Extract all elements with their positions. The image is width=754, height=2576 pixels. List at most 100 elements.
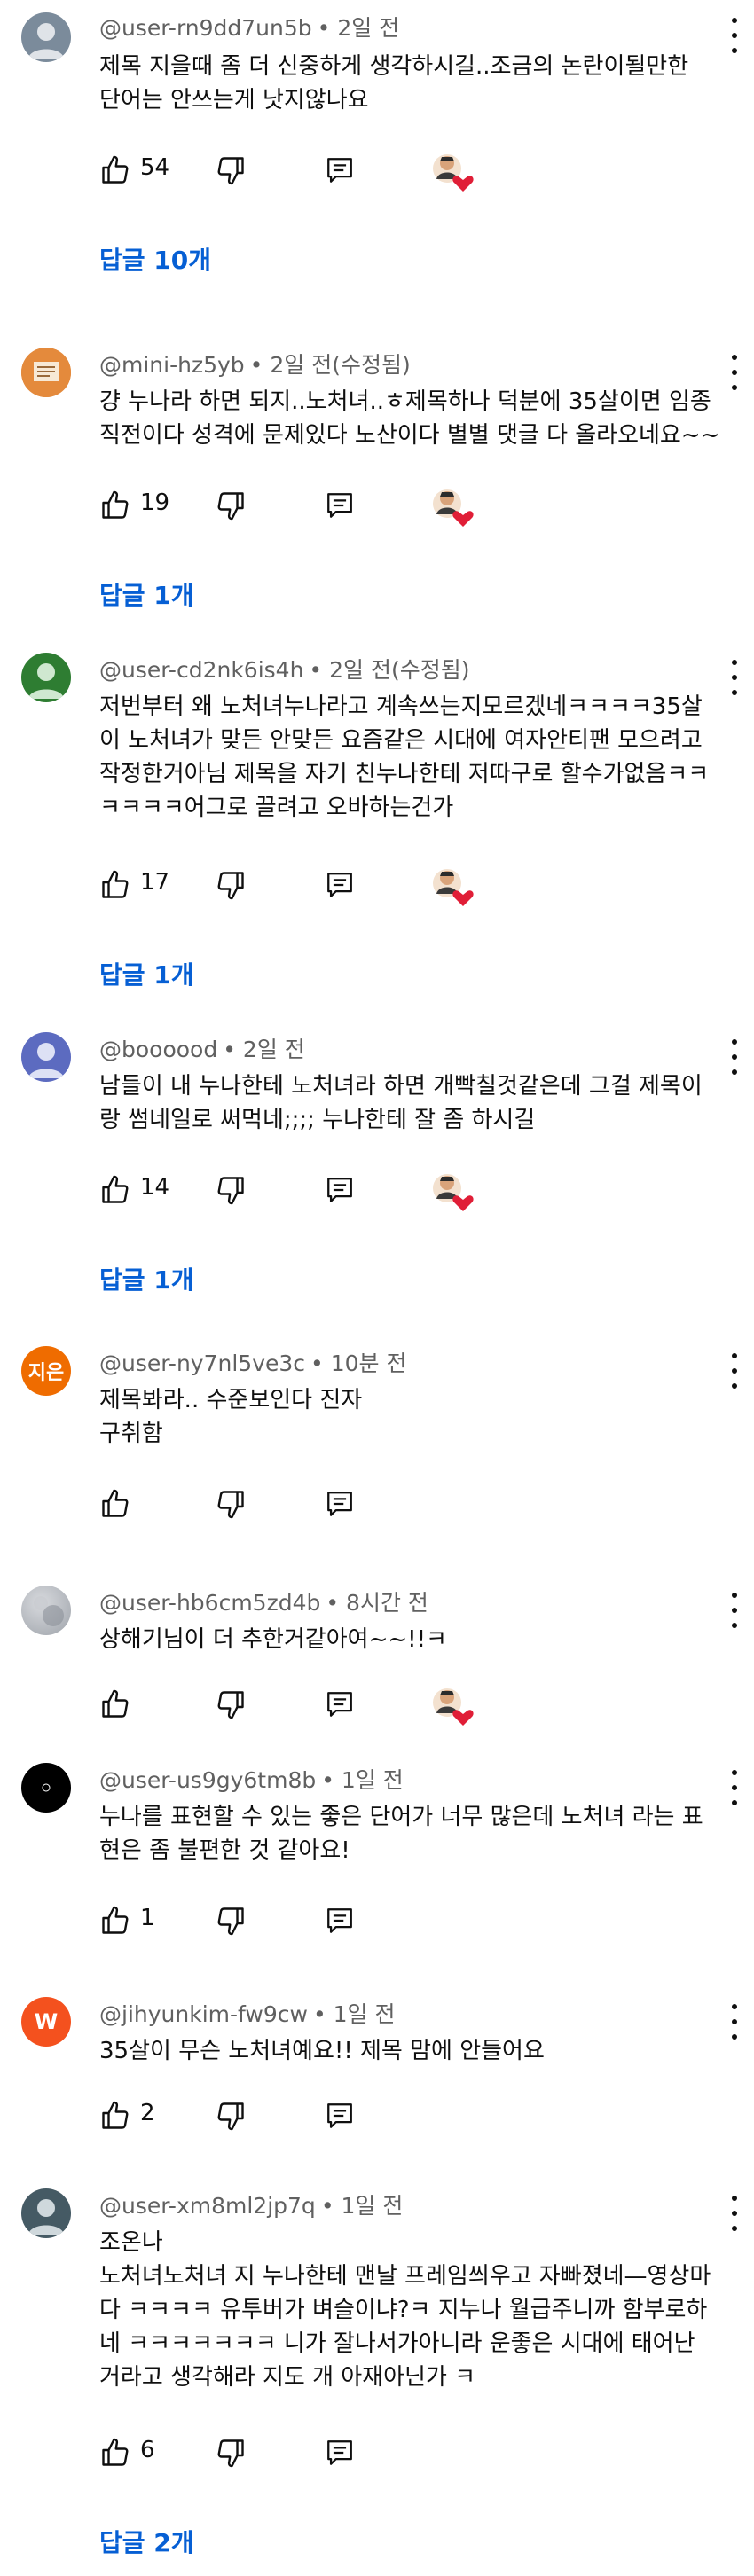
replies-toggle[interactable]: 답글 1개 — [99, 956, 194, 991]
more-options-icon[interactable] — [727, 2196, 742, 2231]
reply-button[interactable] — [325, 1172, 355, 1208]
reply-button[interactable] — [325, 2098, 355, 2134]
more-options-icon[interactable] — [727, 1770, 742, 1805]
comment-text: 제목봐라.. 수준보인다 진자 구취함 — [99, 1387, 363, 1447]
comment-text: 조온나 노처녀노처녀 지 누나한테 맨날 프레임씌우고 자빠졌네—영상마 다 ㅋ… — [99, 2229, 711, 2391]
reply-icon — [327, 1908, 352, 1933]
comment-text: 제목 지을때 좀 더 신중하게 생각하시길..조금의 논란이될만한 단어는 안쓰… — [99, 53, 689, 114]
reply-icon — [327, 158, 352, 183]
more-options-icon[interactable] — [727, 2004, 742, 2040]
comment-author[interactable]: @user-xm8ml2jp7q — [99, 2193, 316, 2219]
comment-header: @user-us9gy6tm8b • 1일 전 — [99, 1763, 404, 1795]
dislike-button[interactable] — [215, 488, 247, 523]
comment-time: • 10분 전 — [310, 1351, 407, 1376]
comment-author[interactable]: @user-us9gy6tm8b — [99, 1767, 316, 1793]
comment-text: 걍 누나라 하면 되지..노처녀..ㅎ제목하나 덕분에 35살이면 임종 직전이… — [99, 388, 720, 449]
person-icon — [28, 23, 64, 59]
reply-icon — [327, 873, 352, 897]
comment-text: 누나를 표현할 수 있는 좋은 단어가 너무 많은데 노처녀 라는 표 현은 좀… — [99, 1804, 703, 1864]
creator-heart-icon — [433, 489, 474, 527]
reply-button[interactable] — [325, 1486, 355, 1522]
like-button[interactable] — [99, 1172, 131, 1208]
thumbs-down-icon — [217, 157, 244, 185]
reply-button[interactable] — [325, 1687, 355, 1722]
replies-toggle[interactable]: 답글 1개 — [99, 576, 194, 612]
like-button[interactable] — [99, 1486, 131, 1522]
dislike-button[interactable] — [215, 1687, 247, 1722]
avatar[interactable] — [21, 1032, 71, 1082]
thumbs-up-icon — [102, 2101, 129, 2129]
thumbs-up-icon — [102, 490, 129, 519]
like-button[interactable] — [99, 2435, 131, 2470]
more-options-icon[interactable] — [727, 1593, 742, 1628]
like-button[interactable] — [99, 488, 131, 523]
more-options-icon[interactable] — [727, 1039, 742, 1075]
comment-author[interactable]: @user-cd2nk6is4h — [99, 657, 303, 683]
like-button[interactable] — [99, 867, 131, 903]
thumbs-down-icon — [217, 2439, 244, 2468]
dislike-button[interactable] — [215, 1172, 247, 1208]
comment-time: • 8시간 전 — [326, 1590, 428, 1616]
more-options-icon[interactable] — [727, 355, 742, 390]
like-button[interactable] — [99, 2098, 131, 2134]
creator-heart-icon — [433, 154, 474, 192]
like-button[interactable] — [99, 1903, 131, 1938]
comment-header: @boooood • 2일 전 — [99, 1032, 305, 1064]
reply-button[interactable] — [325, 2435, 355, 2470]
dislike-button[interactable] — [215, 867, 247, 903]
comment-time: • 1일 전 — [320, 2193, 404, 2219]
dislike-button[interactable] — [215, 2098, 247, 2134]
avatar[interactable] — [21, 12, 71, 62]
comment-time: • 2일 전(수정됨) — [249, 352, 411, 378]
creator-heart-badge — [429, 864, 475, 910]
avatar[interactable] — [21, 1763, 71, 1813]
comment-header: @user-ny7nl5ve3c • 10분 전 — [99, 1346, 406, 1378]
like-count: 19 — [140, 489, 170, 516]
comment-author[interactable]: @user-ny7nl5ve3c — [99, 1351, 305, 1376]
thumbs-down-icon — [217, 872, 244, 900]
replies-toggle[interactable]: 답글 2개 — [99, 2524, 194, 2559]
avatar[interactable]: 지은 — [21, 1346, 71, 1396]
dislike-button[interactable] — [215, 153, 247, 188]
reply-button[interactable] — [325, 153, 355, 188]
dislike-button[interactable] — [215, 2435, 247, 2470]
reply-button[interactable] — [325, 488, 355, 523]
like-count: 14 — [140, 1174, 170, 1201]
creator-heart-badge — [429, 1683, 475, 1729]
comment-author[interactable]: @user-rn9dd7un5b — [99, 15, 312, 41]
more-options-icon[interactable] — [727, 1353, 742, 1389]
avatar[interactable]: W — [21, 1997, 71, 2047]
reply-button[interactable] — [325, 867, 355, 903]
avatar[interactable] — [21, 2188, 71, 2238]
reply-button[interactable] — [325, 1903, 355, 1938]
comment-text: 저번부터 왜 노처녀누나라고 계속쓰는지모르겠네ㅋㅋㅋㅋ35살 이 노처녀가 맞… — [99, 693, 710, 821]
replies-toggle[interactable]: 답글 1개 — [99, 1261, 194, 1296]
reply-icon — [327, 493, 352, 518]
comment-author[interactable]: @mini-hz5yb — [99, 352, 245, 378]
more-options-icon[interactable] — [727, 18, 742, 53]
reply-icon — [327, 1492, 352, 1516]
more-options-icon[interactable] — [727, 660, 742, 695]
dislike-button[interactable] — [215, 1903, 247, 1938]
comment-time: • 1일 전 — [321, 1767, 404, 1793]
reply-icon — [327, 1692, 352, 1717]
comment-author[interactable]: @boooood — [99, 1037, 217, 1062]
like-button[interactable] — [99, 153, 131, 188]
comment-time: • 2일 전 — [317, 15, 400, 41]
dislike-button[interactable] — [215, 1486, 247, 1522]
replies-toggle[interactable]: 답글 10개 — [99, 241, 211, 277]
like-button[interactable] — [99, 1687, 131, 1722]
avatar[interactable] — [21, 1586, 71, 1635]
thumbs-down-icon — [217, 492, 244, 521]
person-icon — [28, 1043, 64, 1078]
comment-text: 35살이 무슨 노처녀예요!! 제목 맘에 안들어요 — [99, 2038, 545, 2064]
comment-author[interactable]: @user-hb6cm5zd4b — [99, 1590, 320, 1616]
thumbs-down-icon — [217, 1907, 244, 1936]
avatar[interactable] — [21, 653, 71, 702]
avatar[interactable] — [21, 348, 71, 397]
comment-time: • 2일 전 — [223, 1037, 305, 1062]
thumbs-down-icon — [217, 1491, 244, 1519]
thumbs-up-icon — [102, 870, 129, 898]
person-icon — [28, 663, 64, 699]
comment-author[interactable]: @jihyunkim-fw9cw — [99, 2001, 308, 2027]
